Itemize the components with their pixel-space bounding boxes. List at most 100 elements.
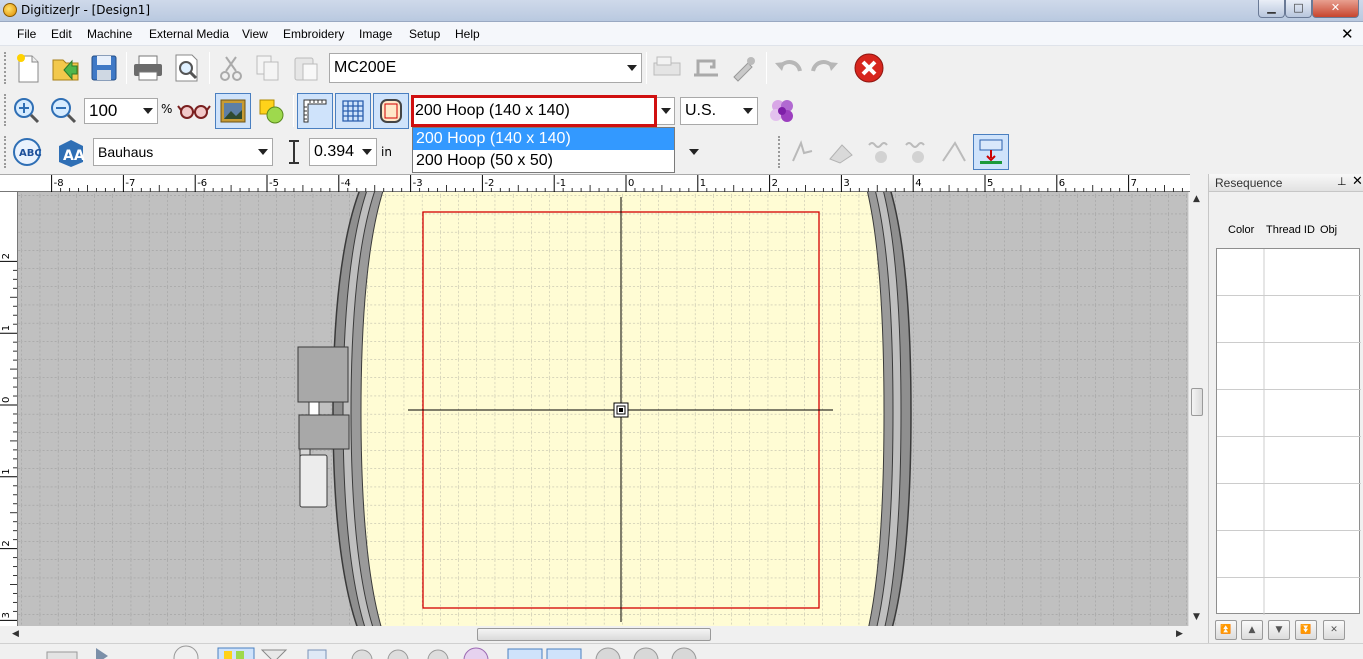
new-file-icon[interactable] [10, 50, 46, 86]
text-on-arc-icon[interactable]: ABC [9, 134, 45, 170]
title-bar: DigitizerJr - [Design1] ▁ □ ✕ [0, 0, 1363, 22]
ruler-label: 6 [1059, 178, 1065, 189]
menu-file[interactable]: File [17, 27, 36, 41]
ruler-label: 4 [915, 178, 921, 189]
ruler-label: 3 [843, 178, 849, 189]
move-to-top-icon[interactable]: ⏫ [1215, 620, 1237, 640]
chevron-down-icon[interactable] [358, 139, 376, 165]
ruler-label: 1 [700, 178, 706, 189]
ruler-label: 1 [1, 468, 12, 474]
zoom-in-icon[interactable] [8, 92, 44, 128]
delete-icon[interactable]: ✕ [1323, 620, 1345, 640]
machine-select[interactable]: MC200E [329, 53, 642, 83]
design-origin-icon[interactable] [613, 402, 629, 418]
chevron-down-icon[interactable] [658, 98, 674, 124]
chevron-down-icon[interactable] [254, 139, 272, 165]
show-objects-icon[interactable] [253, 93, 289, 129]
stop-icon[interactable] [851, 50, 887, 86]
move-down-icon[interactable]: ▼ [1268, 620, 1290, 640]
vertical-scroll-thumb[interactable] [1191, 388, 1203, 416]
text-height-icon [277, 134, 311, 170]
menu-external-media[interactable]: External Media [149, 27, 229, 41]
scroll-left-icon[interactable]: ◀ [12, 629, 19, 639]
hidden-select-dropdown-button[interactable] [675, 138, 703, 166]
text-size-value: 0.394 [314, 143, 355, 160]
svg-text:ABC: ABC [19, 148, 42, 159]
scroll-up-icon[interactable]: ▲ [1193, 194, 1200, 204]
hoop-select-dropdown-button[interactable] [657, 97, 675, 125]
fill-stitch-icon [823, 134, 859, 170]
text-lettering-icon[interactable]: AA [53, 134, 89, 170]
copy-icon [250, 50, 286, 86]
horizontal-scrollbar[interactable]: ◀ ▶ [0, 626, 1188, 643]
zoom-percent-label: % [161, 102, 173, 116]
menu-embroidery[interactable]: Embroidery [283, 27, 344, 41]
vertical-scrollbar[interactable]: ▲ ▼ [1188, 192, 1204, 626]
save-icon[interactable] [86, 50, 122, 86]
font-select-value: Bauhaus [98, 144, 154, 160]
minimize-button[interactable]: ▁ [1258, 0, 1285, 18]
column-header-color[interactable]: Color [1228, 224, 1254, 236]
toolbar-separator [293, 95, 294, 127]
glasses-icon[interactable] [176, 92, 212, 128]
stitch-simulator-icon[interactable] [973, 134, 1009, 170]
text-size-select[interactable]: 0.394 [309, 138, 377, 166]
design-canvas[interactable] [18, 192, 1188, 626]
show-image-icon[interactable] [215, 93, 251, 129]
redo-icon [807, 50, 843, 86]
hoop-option[interactable]: 200 Hoop (50 x 50) [413, 150, 674, 172]
print-preview-icon[interactable] [169, 50, 205, 86]
open-folder-icon[interactable] [48, 50, 84, 86]
ruler-icon[interactable] [297, 93, 333, 129]
cut-icon [213, 50, 249, 86]
chevron-down-icon[interactable] [139, 99, 157, 123]
scroll-right-icon[interactable]: ▶ [1176, 629, 1183, 639]
close-icon[interactable]: ✕ [1352, 174, 1363, 189]
window-title: DigitizerJr - [Design1] [21, 3, 151, 17]
ruler-label: -4 [341, 178, 351, 189]
print-icon[interactable] [130, 50, 166, 86]
font-select[interactable]: Bauhaus [93, 138, 273, 166]
edit-points-icon [936, 134, 972, 170]
resequence-title: Resequence [1215, 176, 1283, 190]
hoop-dropdown-list: 200 Hoop (140 x 140) 200 Hoop (50 x 50) [412, 127, 675, 173]
thread-colors-icon[interactable] [764, 93, 800, 129]
units-select[interactable]: U.S. [680, 97, 758, 125]
chevron-down-icon[interactable] [685, 138, 703, 166]
menu-help[interactable]: Help [455, 27, 480, 41]
toolbar-grip[interactable] [4, 52, 7, 84]
resequence-list[interactable] [1216, 248, 1361, 615]
zoom-out-icon[interactable] [45, 92, 81, 128]
menu-image[interactable]: Image [359, 27, 392, 41]
maximize-button[interactable]: □ [1285, 0, 1312, 18]
hoop-select[interactable]: 200 Hoop (140 x 140) [411, 95, 657, 127]
close-window-button[interactable]: ✕ [1312, 0, 1359, 18]
chevron-down-icon[interactable] [739, 98, 757, 124]
vertical-ruler-ticks: 2 1 0 1 2 3 [0, 253, 17, 657]
toolbar-grip[interactable] [4, 94, 7, 126]
column-header-thread-id[interactable]: Thread ID [1266, 224, 1315, 236]
horizontal-scroll-thumb[interactable] [477, 628, 711, 641]
hoop-icon[interactable] [373, 93, 409, 129]
scroll-down-icon[interactable]: ▼ [1193, 612, 1200, 622]
move-up-icon[interactable]: ▲ [1241, 620, 1263, 640]
toolbar-grip[interactable] [778, 136, 781, 168]
zoom-select[interactable]: 100 [84, 98, 158, 124]
zoom-select-value: 100 [89, 101, 118, 120]
design-canvas-drawing[interactable] [18, 192, 1188, 626]
menu-setup[interactable]: Setup [409, 27, 440, 41]
move-to-bottom-icon[interactable]: ⏬ [1295, 620, 1317, 640]
document-close-button[interactable]: ✕ [1341, 25, 1354, 43]
grid-icon[interactable] [335, 93, 371, 129]
pin-icon[interactable]: ⊥ [1337, 175, 1347, 188]
resequence-panel-header: Resequence ⊥ ✕ [1209, 174, 1363, 192]
resequence-grid-lines [1217, 249, 1361, 615]
toolbar-grip[interactable] [4, 136, 7, 168]
toolbar-separator [766, 52, 767, 84]
menu-edit[interactable]: Edit [51, 27, 72, 41]
menu-view[interactable]: View [242, 27, 268, 41]
hoop-option[interactable]: 200 Hoop (140 x 140) [413, 128, 674, 150]
chevron-down-icon[interactable] [623, 54, 641, 82]
column-header-obj[interactable]: Obj [1320, 224, 1337, 236]
menu-machine[interactable]: Machine [87, 27, 132, 41]
